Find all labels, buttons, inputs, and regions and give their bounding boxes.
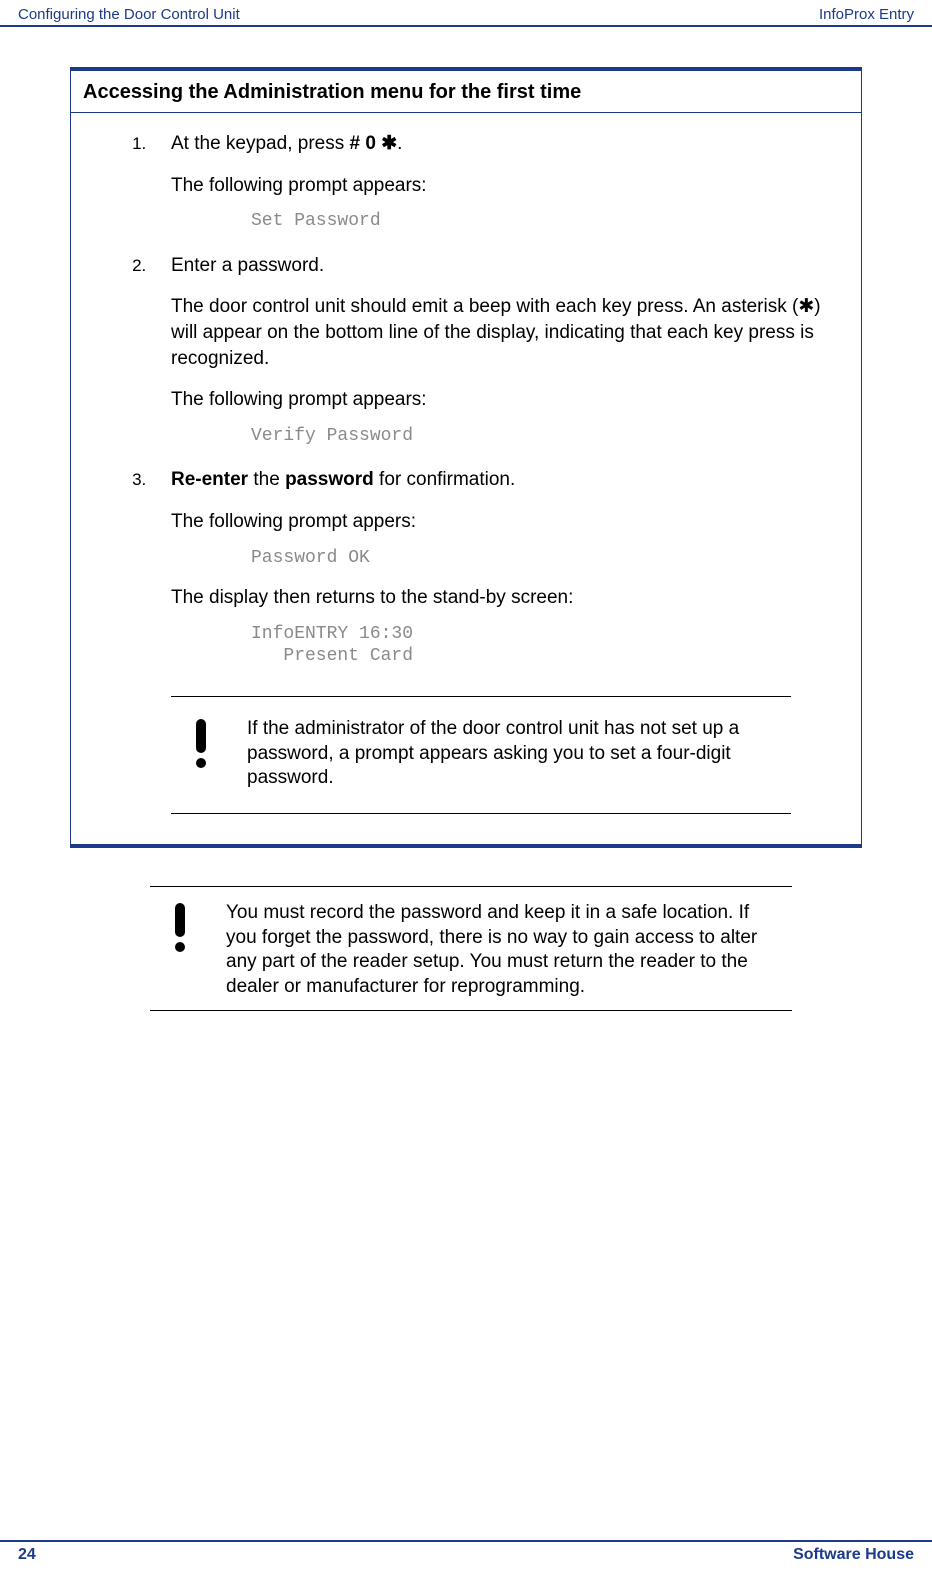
step-3-text: Re-enter the password for confirmation. <box>171 469 515 490</box>
header-right: InfoProx Entry <box>819 6 914 23</box>
step-2-display: Verify Password <box>251 425 841 448</box>
page-header: Configuring the Door Control Unit InfoPr… <box>0 0 932 27</box>
footer-page-number: 24 <box>18 1546 36 1564</box>
step-1-tail: . <box>397 133 402 154</box>
note-inside-text: If the administrator of the door control… <box>247 717 781 791</box>
note-outside: You must record the password and keep it… <box>150 886 792 1011</box>
note-inside: If the administrator of the door control… <box>171 696 791 814</box>
step-1-para: The following prompt appears: <box>171 173 841 199</box>
step-3: Re-enter the password for confirmation. … <box>151 467 841 667</box>
note-outside-text: You must record the password and keep it… <box>226 901 782 1000</box>
step-3-bold-1: Re-enter <box>171 469 248 490</box>
step-3-display-1: Password OK <box>251 547 841 570</box>
box-body: At the keypad, press # 0 ✱. The followin… <box>71 113 861 844</box>
step-list: At the keypad, press # 0 ✱. The followin… <box>91 131 841 668</box>
page: Configuring the Door Control Unit InfoPr… <box>0 0 932 1574</box>
step-3-display-2: InfoENTRY 16:30 Present Card <box>251 623 841 668</box>
step-2: Enter a password. The door control unit … <box>151 253 841 448</box>
exclamation-icon <box>189 719 217 777</box>
step-2-para-2: The following prompt appears: <box>171 387 841 413</box>
box-title: Accessing the Administration menu for th… <box>71 71 861 113</box>
step-1: At the keypad, press # 0 ✱. The followin… <box>151 131 841 233</box>
step-3-mid: the <box>248 469 285 490</box>
step-2-para-1: The door control unit should emit a beep… <box>171 294 841 371</box>
step-3-bold-2: password <box>285 469 374 490</box>
step-1-display: Set Password <box>251 210 841 233</box>
step-3-post: for confirmation. <box>374 469 516 490</box>
page-footer: 24 Software House <box>0 1540 932 1574</box>
step-1-command: # 0 ✱ <box>350 133 398 154</box>
exclamation-icon <box>168 903 196 958</box>
content-area: Accessing the Administration menu for th… <box>0 27 932 1011</box>
step-2-text: Enter a password. <box>171 255 324 276</box>
step-1-lead: At the keypad, press <box>171 133 350 154</box>
step-1-text: At the keypad, press # 0 ✱. <box>171 133 402 154</box>
instruction-box: Accessing the Administration menu for th… <box>70 67 862 848</box>
footer-brand: Software House <box>793 1546 914 1564</box>
step-3-para-1: The following prompt appers: <box>171 509 841 535</box>
step-3-para-2: The display then returns to the stand-by… <box>171 585 841 611</box>
header-left: Configuring the Door Control Unit <box>18 6 240 23</box>
